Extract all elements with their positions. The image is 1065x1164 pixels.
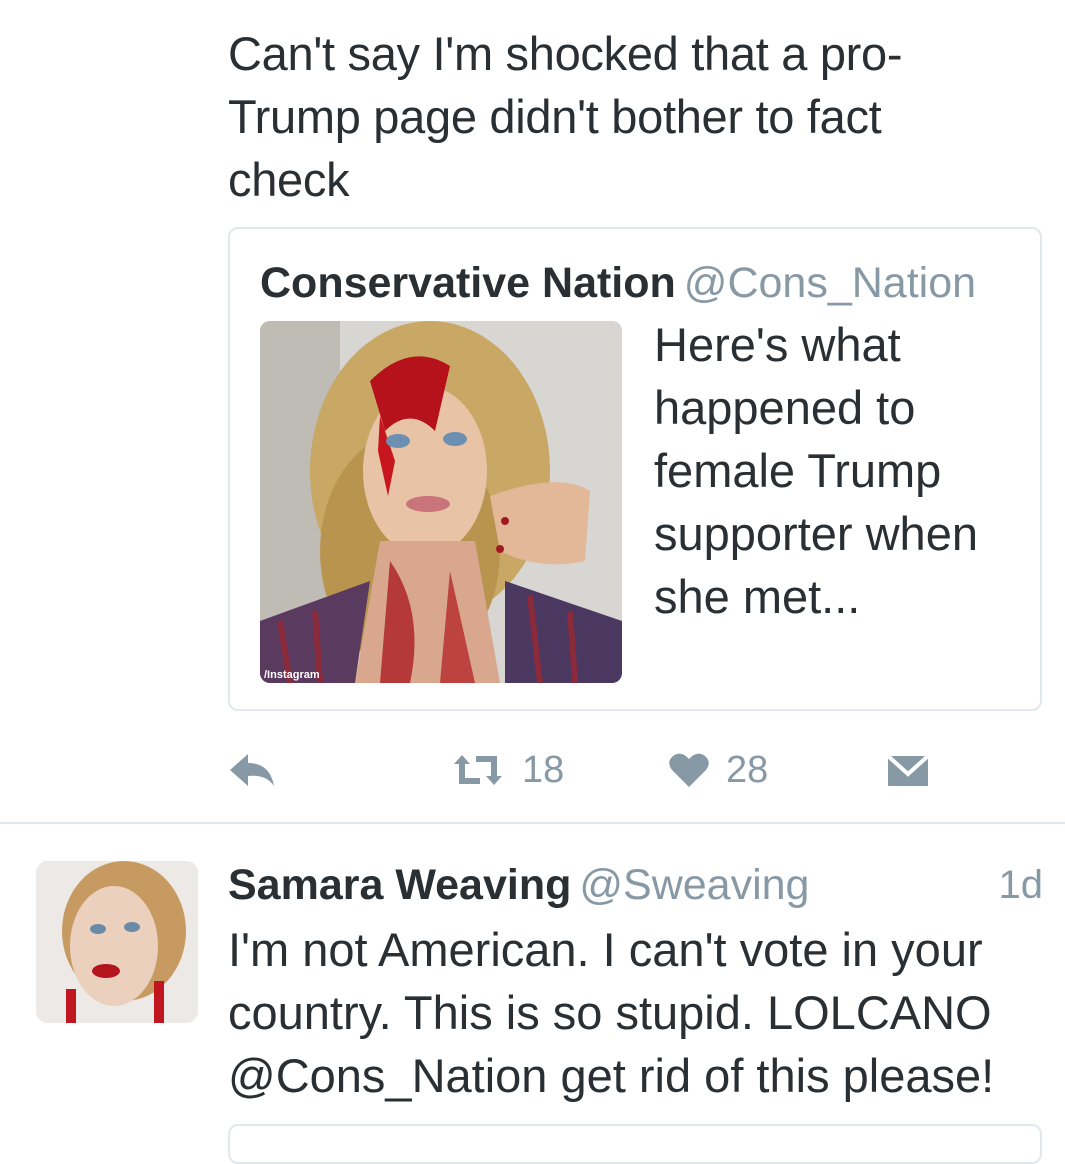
quoted-tweet-card[interactable]: Conservative Nation @Cons_Nation /Instag… (228, 227, 1042, 711)
like-count: 28 (726, 748, 769, 791)
quoted-tweet-text: Here's what happened to female Trump sup… (654, 318, 978, 623)
reply-author-handle[interactable]: @Sweaving (579, 861, 809, 909)
envelope-icon (886, 754, 930, 786)
tweet-text: Can't say I'm shocked that a pro-Trump p… (228, 27, 903, 206)
reply-icon (230, 754, 274, 786)
retweet-count: 18 (522, 748, 565, 791)
tweet-actions: 18 28 (228, 740, 948, 800)
reply-button[interactable] (228, 740, 276, 800)
image-source-caption: /Instagram (264, 669, 320, 681)
reply-header: Samara Weaving @Sweaving (228, 856, 809, 914)
reply-timestamp: 1d (998, 863, 1044, 907)
avatar-photo (36, 861, 198, 1023)
quoted-author-name: Conservative Nation (260, 259, 676, 307)
tweet-divider (0, 822, 1065, 824)
quoted-author-handle: @Cons_Nation (683, 259, 977, 307)
quoted-tweet-image[interactable]: /Instagram (260, 321, 622, 683)
retweet-button[interactable]: 18 (450, 740, 564, 800)
reply-author-name[interactable]: Samara Weaving (228, 861, 571, 909)
retweet-icon (454, 755, 502, 785)
direct-message-button[interactable] (886, 740, 930, 800)
portrait-photo (260, 321, 622, 683)
reply-text: I'm not American. I can't vote in your c… (228, 923, 995, 1102)
next-quoted-card[interactable] (228, 1124, 1042, 1164)
avatar[interactable] (36, 861, 198, 1023)
like-button[interactable]: 28 (668, 740, 768, 800)
quoted-tweet-header: Conservative Nation @Cons_Nation (260, 255, 976, 311)
heart-icon (669, 753, 709, 787)
